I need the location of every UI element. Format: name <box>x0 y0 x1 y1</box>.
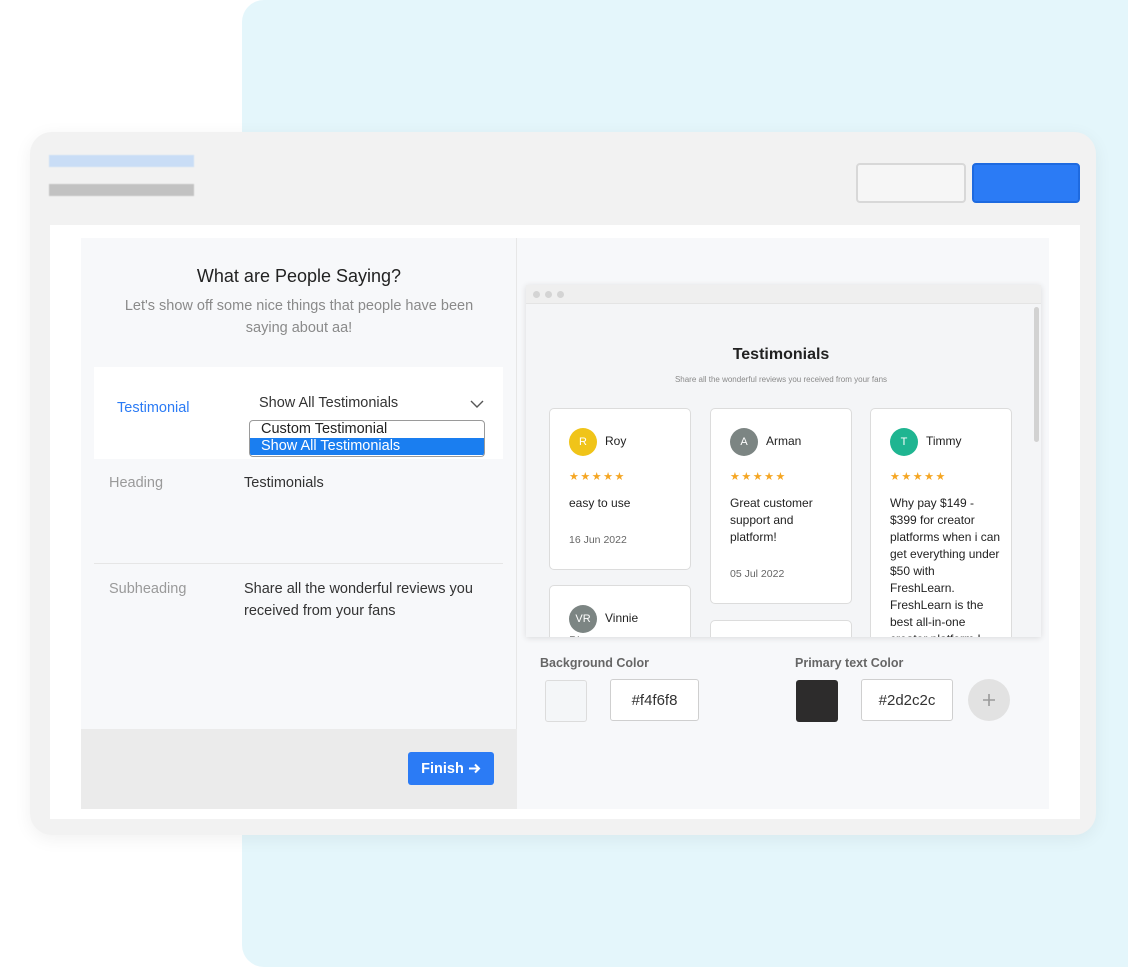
review-text: Pl <box>569 633 681 637</box>
review-text: Great customer support and platform! <box>730 496 813 544</box>
app-window: What are People Saying? Let's show off s… <box>30 132 1096 835</box>
subheading-value[interactable]: Share all the wonderful reviews you rece… <box>244 578 484 622</box>
chevron-down-icon[interactable] <box>470 397 484 411</box>
avatar: A <box>730 428 758 456</box>
background-color-swatch[interactable] <box>545 680 587 722</box>
reviewer-name: Timmy <box>926 434 962 448</box>
footer-bar: Finish <box>81 729 517 809</box>
subheading-label: Subheading <box>109 581 187 597</box>
reviewer-name: Vinnie <box>605 611 639 625</box>
finish-button-label: Finish <box>421 760 464 777</box>
reviewer-name: Arman <box>766 434 802 448</box>
add-color-button[interactable] <box>968 679 1010 721</box>
avatar: VR <box>569 605 597 633</box>
heading-value[interactable]: Testimonials <box>244 472 484 494</box>
header-placeholder-line <box>49 184 194 196</box>
testimonial-select[interactable]: Show All Testimonials <box>259 395 398 411</box>
heading-label: Heading <box>109 475 164 491</box>
star-rating: ★★★★★ <box>890 471 947 483</box>
testimonial-card: VR Vinnie Pl <box>549 585 691 637</box>
primary-text-color-label: Primary text Color <box>795 656 904 670</box>
review-date: 16 Jun 2022 <box>569 534 627 546</box>
section-title: What are People Saying? <box>196 266 402 286</box>
testimonial-card <box>710 620 852 637</box>
review-text: Why pay $149 - $399 for creator platform… <box>890 496 1001 637</box>
testimonial-card: A Arman ★★★★★ Great customer support and… <box>710 408 852 604</box>
dropdown-option-custom[interactable]: Custom Testimonial <box>250 421 484 438</box>
preview-title: Testimonials <box>732 346 830 363</box>
dropdown-option-show-all[interactable]: Show All Testimonials <box>250 438 484 455</box>
divider <box>94 563 503 564</box>
testimonial-card: R Roy ★★★★★ easy to use 16 Jun 2022 <box>549 408 691 570</box>
primary-button[interactable] <box>972 163 1080 203</box>
preview-window: Testimonials Share all the wonderful rev… <box>526 285 1041 637</box>
review-date: 05 Jul 2022 <box>730 568 785 580</box>
header-placeholder-line <box>49 155 194 167</box>
window-dot <box>533 291 540 298</box>
star-rating: ★★★★★ <box>569 471 626 483</box>
testimonial-row: Testimonial Show All Testimonials Custom… <box>94 367 503 459</box>
review-text: easy to use <box>569 496 631 510</box>
background-color-label: Background Color <box>540 656 650 670</box>
preview-title-bar <box>526 285 1041 304</box>
section-subtitle: Let's show off some nice things that peo… <box>124 298 474 336</box>
secondary-button[interactable] <box>856 163 966 203</box>
preview-pane: Testimonials Share all the wonderful rev… <box>517 238 1049 809</box>
testimonial-dropdown: Custom Testimonial Show All Testimonials <box>249 420 485 457</box>
primary-text-color-input[interactable]: #2d2c2c <box>861 679 953 721</box>
star-rating: ★★★★★ <box>730 471 787 483</box>
arrow-right-icon <box>468 763 481 774</box>
editor-frame: What are People Saying? Let's show off s… <box>50 225 1080 819</box>
settings-pane: What are People Saying? Let's show off s… <box>81 238 517 809</box>
avatar: R <box>569 428 597 456</box>
preview-subtitle: Share all the wonderful reviews you rece… <box>674 375 888 384</box>
reviewer-name: Roy <box>605 434 627 448</box>
avatar: T <box>890 428 918 456</box>
primary-text-color-swatch[interactable] <box>796 680 838 722</box>
testimonial-card: T Timmy ★★★★★ Why pay $149 - $399 for cr… <box>870 408 1012 637</box>
finish-button[interactable]: Finish <box>408 752 494 785</box>
window-dot <box>557 291 564 298</box>
testimonial-label: Testimonial <box>117 400 190 416</box>
plus-icon <box>983 694 995 706</box>
window-dot <box>545 291 552 298</box>
background-color-input[interactable]: #f4f6f8 <box>610 679 699 721</box>
